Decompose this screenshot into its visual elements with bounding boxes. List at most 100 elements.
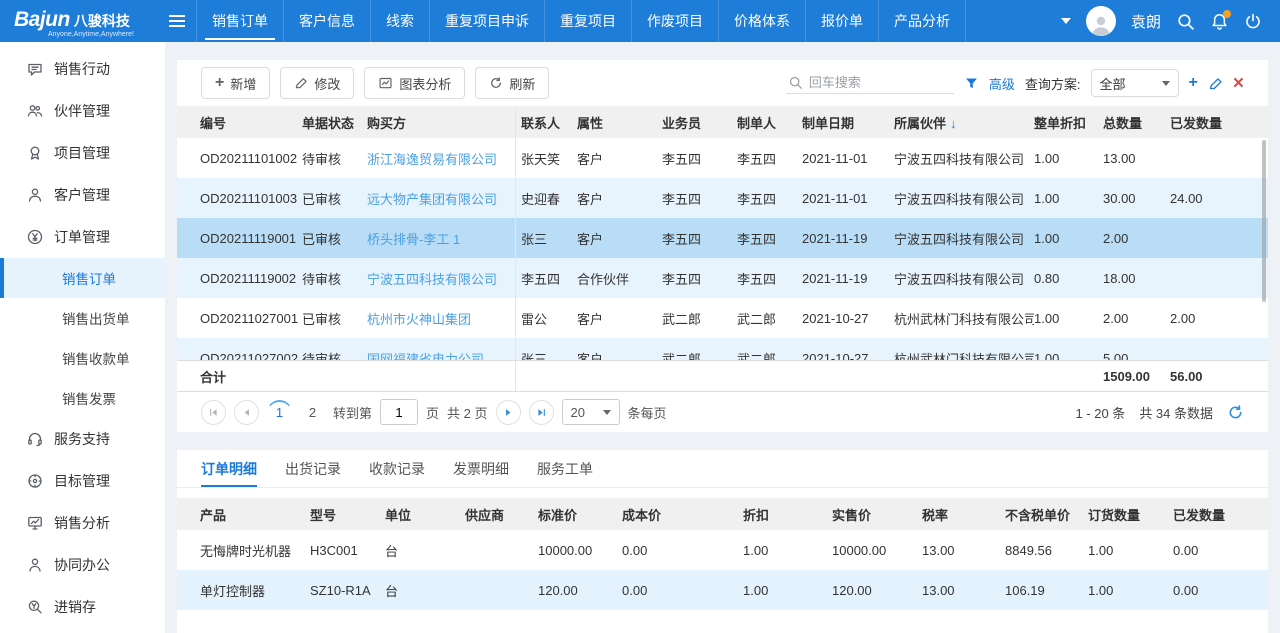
last-page-button[interactable] [529,400,554,425]
sidebar-item-partner-mgmt[interactable]: 伙伴管理 [0,90,165,132]
edit-scheme-pencil-icon[interactable] [1208,76,1223,91]
col-header[interactable]: 整单折扣 [1034,113,1103,132]
sidebar-item-basic-functions[interactable]: 基本功能 [0,628,165,633]
nav-tab[interactable]: 价格体系 [718,0,805,42]
more-menus-caret-icon[interactable] [1061,18,1071,24]
search-icon[interactable] [1176,12,1195,31]
total-shipped-value: 56.00 [1170,369,1268,384]
nav-tab[interactable]: 作废项目 [631,0,718,42]
order-row[interactable]: OD20211119001 已审核 桥头排骨-李工 1 张三 客户 李五四 李五… [177,218,1268,258]
sidebar-item-sales-shipments[interactable]: 销售出货单 [0,298,165,338]
refresh-button[interactable]: 刷新 [475,67,549,99]
sidebar-item-order-mgmt[interactable]: 订单管理 [0,216,165,258]
order-salesman: 李五四 [662,229,737,248]
reload-icon[interactable] [1227,404,1244,421]
sidebar-item-collaboration[interactable]: 协同办公 [0,544,165,586]
sidebar-item-target-mgmt[interactable]: 目标管理 [0,460,165,502]
power-logout-icon[interactable] [1244,12,1262,30]
col-header[interactable]: 业务员 [662,113,737,132]
col-header[interactable]: 总数量 [1103,113,1170,132]
order-row[interactable]: OD20211119002 待审核 宁波五四科技有限公司 李五四 合作伙伴 李五… [177,258,1268,298]
page-number[interactable]: 2 [300,400,325,425]
tax-rate: 13.00 [922,583,1005,598]
advanced-search-link[interactable]: 高级 [989,74,1015,93]
sidebar-item-sales-analysis[interactable]: 销售分析 [0,502,165,544]
detail-tab[interactable]: 出货记录 [285,450,341,487]
order-row[interactable]: OD20211101003 已审核 远大物产集团有限公司 史迎春 客户 李五四 … [177,178,1268,218]
col-header[interactable]: 制单人 [737,113,802,132]
filter-funnel-icon[interactable] [964,76,979,91]
orders-table-header: 编号 单据状态 购买方 联系人 属性 业务员 制单人 制单日期 所属伙伴↓ 整单… [177,106,1268,138]
top-nav-tabs: 销售订单 客户信息 线索 重复项目申诉 重复项目 作废项目 价格体系 报价单 产… [196,0,966,42]
sidebar-item-project-mgmt[interactable]: 项目管理 [0,132,165,174]
order-row[interactable]: OD20211027002 待审核 国网福建省电力公司 张三 客户 武二郎 武二… [177,338,1268,360]
detail-row[interactable]: 无悔牌时光机器 H3C001 台 10000.00 0.00 1.00 1000… [177,530,1268,570]
nav-tab[interactable]: 产品分析 [878,0,966,42]
order-partner: 宁波五四科技有限公司 [894,149,1034,168]
chart-analysis-button[interactable]: 图表分析 [364,67,465,99]
col-header[interactable]: 单据状态 [302,113,367,132]
user-avatar[interactable] [1086,6,1116,36]
sort-desc-icon[interactable]: ↓ [950,116,957,131]
order-row[interactable]: OD20211101002 待审核 浙江海逸贸易有限公司 张天笑 客户 李五四 … [177,138,1268,178]
col-header[interactable]: 联系人 [515,106,577,138]
medal-icon [26,144,44,162]
next-page-button[interactable] [496,400,521,425]
chart-icon [378,76,393,91]
order-total-qty: 5.00 [1103,351,1170,361]
sidebar-item-sales-orders[interactable]: 销售订单 [0,258,165,298]
add-scheme-icon[interactable]: + [1189,75,1198,91]
sidebar-item-customer-mgmt[interactable]: 客户管理 [0,174,165,216]
nav-tab[interactable]: 客户信息 [283,0,370,42]
hamburger-menu-icon[interactable] [158,0,196,42]
delete-scheme-icon[interactable]: × [1233,74,1244,93]
order-buyer-link[interactable]: 杭州市火神山集团 [367,309,515,328]
nav-tab[interactable]: 销售订单 [196,0,283,42]
order-buyer-link[interactable]: 浙江海逸贸易有限公司 [367,149,515,168]
order-contact: 张三 [515,218,577,258]
vertical-scrollbar-thumb[interactable] [1262,140,1266,302]
order-total-qty: 18.00 [1103,271,1170,286]
edit-button[interactable]: 修改 [280,67,354,99]
detail-tab[interactable]: 订单明细 [201,450,257,487]
first-page-button[interactable] [201,400,226,425]
search-input[interactable] [809,75,934,90]
query-scheme-select[interactable]: 全部 [1091,69,1179,97]
goto-prefix: 转到第 [333,403,372,422]
detail-row[interactable]: 单灯控制器 SZ10-R1A 台 120.00 0.00 1.00 120.00… [177,570,1268,610]
col-header[interactable]: 编号 [177,113,302,132]
nav-tab[interactable]: 重复项目申诉 [429,0,544,42]
first-page-icon [208,407,219,418]
order-row[interactable]: OD20211027001 已审核 杭州市火神山集团 雷公 客户 武二郎 武二郎… [177,298,1268,338]
actual-price: 120.00 [832,583,922,598]
sidebar-item-sales-invoices[interactable]: 销售发票 [0,378,165,418]
order-buyer-link[interactable]: 宁波五四科技有限公司 [367,269,515,288]
order-buyer-link[interactable]: 桥头排骨-李工 1 [367,229,515,248]
goto-page-input[interactable] [380,399,418,425]
col-header[interactable]: 已发数量 [1170,113,1268,132]
sidebar-item-service-support[interactable]: 服务支持 [0,418,165,460]
nav-tab[interactable]: 重复项目 [544,0,631,42]
col-header[interactable]: 购买方 [367,113,515,132]
order-status: 已审核 [302,309,367,328]
notifications-bell-icon[interactable] [1210,12,1229,31]
nav-tab[interactable]: 线索 [370,0,429,42]
col-header[interactable]: 制单日期 [802,113,894,132]
col-header-sorted[interactable]: 所属伙伴↓ [894,113,1034,132]
add-button[interactable]: +新增 [201,67,270,99]
per-page-select[interactable]: 20 [562,399,620,425]
orders-toolbar: +新增 修改 图表分析 刷新 高级 查询方案 [177,60,1268,106]
order-salesman: 武二郎 [662,349,737,361]
detail-tab[interactable]: 收款记录 [369,450,425,487]
page-number-current[interactable]: 1 [267,400,292,425]
col-header[interactable]: 属性 [577,113,662,132]
order-buyer-link[interactable]: 远大物产集团有限公司 [367,189,515,208]
order-buyer-link[interactable]: 国网福建省电力公司 [367,349,515,361]
detail-tab[interactable]: 服务工单 [537,450,593,487]
sidebar-item-sales-action[interactable]: 销售行动 [0,48,165,90]
nav-tab[interactable]: 报价单 [805,0,878,42]
detail-tab[interactable]: 发票明细 [453,450,509,487]
sidebar-item-sales-receipts[interactable]: 销售收款单 [0,338,165,378]
prev-page-button[interactable] [234,400,259,425]
sidebar-item-inventory[interactable]: 进销存 [0,586,165,628]
